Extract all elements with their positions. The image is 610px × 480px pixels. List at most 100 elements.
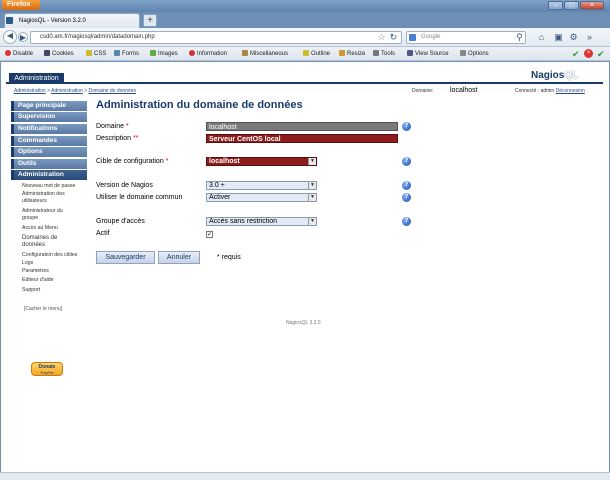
address-bar[interactable]: csd0.am.fr/nagiosql/admin/datadomain.php — [30, 31, 402, 44]
bookmarks-icon[interactable]: ▣ — [553, 31, 564, 43]
sidebar-item-administration[interactable]: Administration — [11, 170, 87, 180]
donate-button[interactable]: Donate PayPal — [31, 362, 63, 376]
hide-menu-link[interactable]: [Cacher le menu] — [24, 306, 62, 312]
page-header — [6, 66, 603, 84]
toolbar-resize[interactable]: Resize — [339, 48, 365, 60]
chevron-down-icon: ▼ — [308, 182, 316, 189]
check-ok-icon[interactable]: ✔ — [572, 49, 580, 59]
save-button[interactable]: Sauvegarder — [96, 251, 155, 264]
paypal-label: PayPal — [40, 370, 54, 375]
sidebar-subitem-menu-access[interactable]: Accès au Menu — [22, 225, 86, 232]
back-arrow-icon[interactable]: ◀ — [3, 30, 17, 44]
check-icon[interactable]: ✔ — [597, 49, 605, 59]
breadcrumb-link[interactable]: Administration — [51, 88, 83, 94]
sidebar-subitem-settings[interactable]: Paramètres — [22, 268, 49, 275]
addon-icon[interactable]: ⚙ — [568, 31, 579, 43]
domain-field[interactable]: localhost — [206, 122, 398, 131]
sidebar-item-commandes[interactable]: Commandes — [11, 136, 87, 146]
sidebar-item-options[interactable]: Options — [11, 147, 87, 157]
user-info: Connecté : admin Déconnexion — [515, 88, 585, 94]
forward-arrow-icon[interactable]: ▶ — [18, 32, 28, 42]
sidebar-subitem-support[interactable]: Support — [22, 287, 40, 294]
common-domain-label: Utiliser le domaine commun — [96, 194, 183, 201]
chevron-down-icon: ▼ — [308, 218, 316, 225]
nagios-version-select[interactable]: 3.0 + ▼ — [206, 181, 317, 190]
toolbar-css[interactable]: CSS — [86, 48, 106, 60]
sidebar-item-outils[interactable]: Outils — [11, 159, 87, 169]
sidebar-subitem-password[interactable]: Nouveau mot de passe — [22, 183, 86, 190]
help-icon[interactable]: ? — [402, 193, 411, 202]
access-group-select[interactable]: Accès sans restriction ▼ — [206, 217, 317, 226]
breadcrumb-link[interactable]: Domaine de données — [89, 88, 137, 94]
toolbar-options[interactable]: Options — [460, 48, 489, 60]
sidebar-subitem-help-editor[interactable]: Editeur d'aide — [22, 277, 54, 284]
target-select[interactable]: localhost ▼ — [206, 157, 317, 166]
toolbar-outline[interactable]: Outline — [303, 48, 330, 60]
title-bar — [0, 0, 610, 12]
firefox-menu-button[interactable]: Firefox — [2, 0, 40, 10]
common-domain-select[interactable]: Activer ▼ — [206, 193, 317, 202]
nagiosql-logo: NagiosQL — [531, 70, 579, 81]
chevron-down-icon: ▼ — [308, 158, 316, 165]
help-icon[interactable]: ? — [402, 217, 411, 226]
sidebar-item-notifications[interactable]: Notifications — [11, 124, 87, 134]
common-domain-value: Activer — [209, 194, 231, 201]
status-bar — [0, 472, 610, 480]
search-icon[interactable]: ⚲ — [514, 31, 525, 43]
active-label: Actif — [96, 230, 110, 237]
target-label: Cible de configuration * — [96, 158, 169, 165]
breadcrumb: Administration > Administration > Domain… — [14, 88, 136, 94]
domain-select-label: Domaine: — [412, 88, 434, 94]
sidebar-subitem-logs[interactable]: Logs — [22, 260, 33, 267]
footer-version: NagiosQL 3.2.0 — [286, 320, 321, 326]
toolbar-tools[interactable]: Tools — [373, 48, 395, 60]
domain-select[interactable]: localhost — [450, 86, 492, 96]
sidebar-subitem-group-admin[interactable]: Administrateur du groupe — [22, 208, 74, 221]
toolbar-information[interactable]: Information — [189, 48, 227, 60]
breadcrumb-link[interactable]: Administration — [14, 88, 46, 94]
breadcrumb-separator: > — [84, 88, 88, 94]
description-field[interactable]: Serveur CentOS local — [206, 134, 398, 143]
active-checkbox[interactable]: ✓ — [206, 231, 213, 238]
cancel-button[interactable]: Annuler — [158, 251, 200, 264]
help-icon[interactable]: ? — [402, 122, 411, 131]
sidebar-subitem-config-targets[interactable]: Configuration des cibles — [22, 252, 86, 259]
toolbar-view-source[interactable]: View Source — [407, 48, 449, 60]
toolbar-cookies[interactable]: Cookies — [44, 48, 74, 60]
reload-icon[interactable]: ↻ — [388, 31, 399, 43]
sidebar-item-page-principale[interactable]: Page principale — [11, 101, 87, 111]
nagios-version-value: 3.0 + — [209, 182, 225, 189]
access-group-value: Accès sans restriction — [209, 218, 278, 225]
domain-label: Domaine * — [96, 123, 129, 130]
toolbar-images[interactable]: Images — [150, 48, 178, 60]
google-icon — [409, 34, 416, 41]
search-input[interactable]: Google — [406, 31, 526, 44]
target-select-value: localhost — [209, 158, 240, 165]
help-icon[interactable]: ? — [402, 181, 411, 190]
maximize-button[interactable]: □ — [564, 1, 579, 10]
breadcrumb-separator: > — [47, 88, 50, 94]
sidebar-item-supervision[interactable]: Supervision — [11, 112, 87, 122]
minimize-button[interactable]: – — [548, 1, 563, 10]
description-label: Description ** — [96, 135, 139, 142]
home-icon[interactable]: ⌂ — [536, 31, 547, 43]
required-note: * requis — [217, 254, 241, 261]
chevron-down-icon: ▼ — [308, 194, 316, 201]
access-group-label: Groupe d'accès — [96, 218, 145, 225]
toolbar-forms[interactable]: Forms — [114, 48, 139, 60]
bookmark-star-icon[interactable]: ☆ — [376, 31, 387, 43]
header-tab-administration[interactable]: Administration — [9, 73, 64, 84]
toolbar-miscellaneous[interactable]: Miscellaneous — [242, 48, 288, 60]
logout-link[interactable]: Déconnexion — [556, 88, 585, 94]
nagios-version-label: Version de Nagios — [96, 182, 153, 189]
page-title: Administration du domaine de données — [96, 99, 303, 111]
sidebar-subitem-data-domains[interactable]: Domaines de données — [22, 235, 64, 249]
browser-tab[interactable]: NagiosQL - Version 3.2.0 — [4, 13, 140, 28]
error-icon[interactable]: × — [584, 49, 593, 58]
sidebar-subitem-users[interactable]: Administration des utilisateurs — [22, 191, 80, 204]
help-icon[interactable]: ? — [402, 157, 411, 166]
toolbar-disable[interactable]: Disable — [5, 48, 33, 60]
new-tab-button[interactable]: + — [143, 14, 157, 27]
close-window-button[interactable]: × — [580, 1, 604, 10]
menu-icon[interactable]: » — [584, 31, 595, 43]
